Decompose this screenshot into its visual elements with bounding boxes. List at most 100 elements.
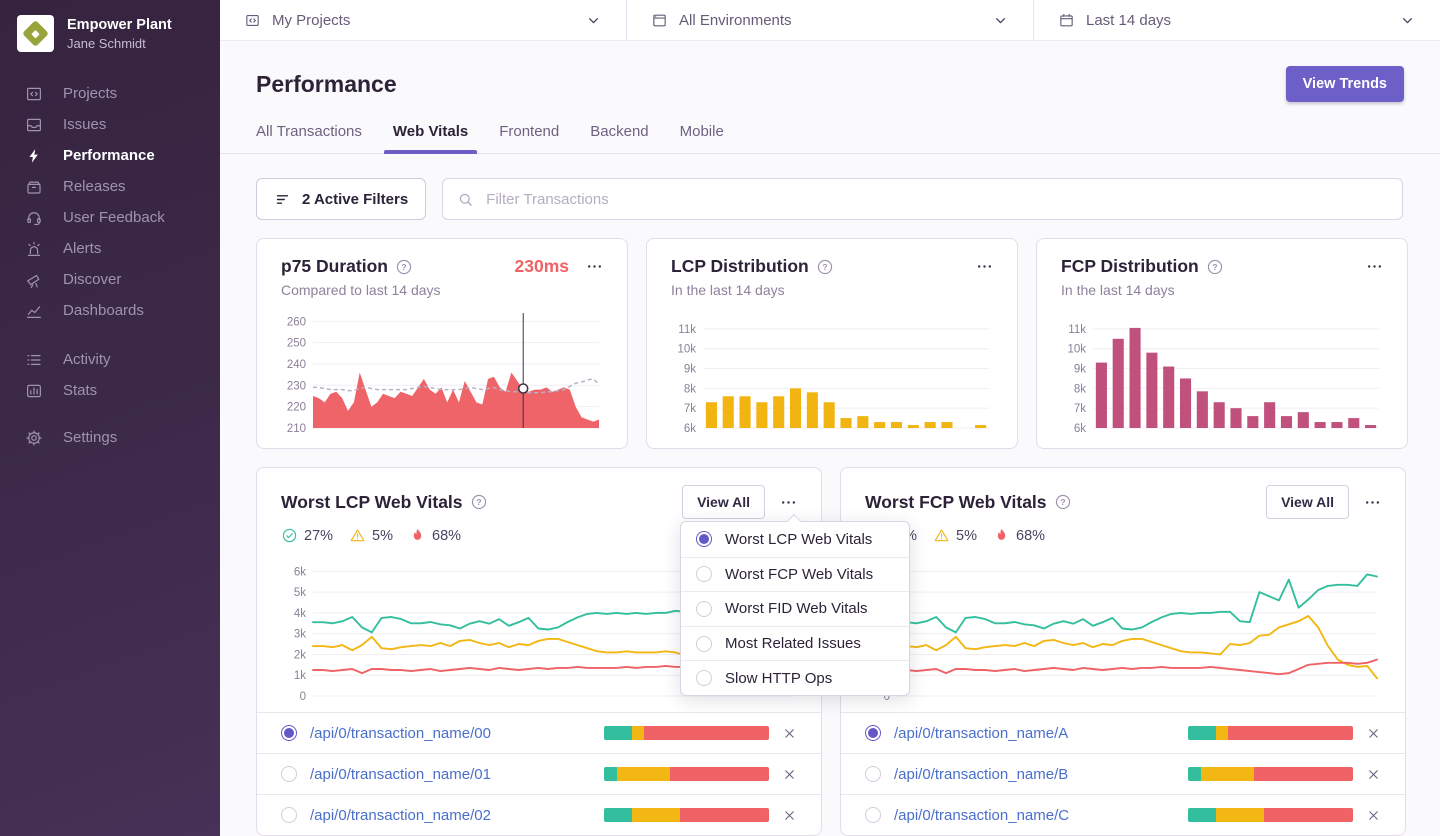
sidebar-item-performance[interactable]: Performance	[25, 145, 220, 166]
sidebar-item-label: Dashboards	[63, 302, 144, 319]
sidebar-item-releases[interactable]: Releases	[25, 176, 220, 197]
sidebar-item-stats[interactable]: Stats	[25, 380, 220, 401]
dismiss-transaction-button[interactable]	[782, 767, 797, 782]
help-icon[interactable]: ?	[396, 259, 412, 275]
transaction-radio[interactable]	[281, 807, 297, 823]
dropdown-option-radio	[696, 600, 712, 617]
card-overflow-button[interactable]	[586, 258, 603, 275]
svg-text:7k: 7k	[1074, 403, 1086, 415]
transaction-link[interactable]: /api/0/transaction_name/00	[310, 725, 591, 742]
project-filter[interactable]: My Projects	[220, 0, 627, 40]
dismiss-transaction-button[interactable]	[782, 808, 797, 823]
transaction-link[interactable]: /api/0/transaction_name/C	[894, 807, 1175, 824]
vitals-bar-segment	[1201, 767, 1254, 781]
sidebar-item-discover[interactable]: Discover	[25, 269, 220, 290]
svg-text:9k: 9k	[684, 364, 696, 376]
search-input[interactable]	[484, 189, 1388, 209]
card-overflow-button[interactable]	[780, 494, 797, 511]
sidebar-item-label: Issues	[63, 116, 107, 133]
sidebar-item-label: Settings	[63, 429, 118, 446]
card-overflow-button[interactable]	[976, 258, 993, 275]
vitals-bar-segment	[632, 808, 680, 822]
sidebar-item-dashboards[interactable]: Dashboards	[25, 300, 220, 321]
search-box	[442, 178, 1403, 220]
worst-fcp-chart: 01k2k3k4k5k6k	[878, 566, 1378, 703]
card-actions: View All	[1266, 485, 1381, 519]
p75-duration-chart: 210 220 230 240 250 260	[287, 313, 600, 435]
transaction-link[interactable]: /api/0/transaction_name/02	[310, 807, 591, 824]
transaction-link[interactable]: /api/0/transaction_name/A	[894, 725, 1175, 742]
svg-text:2k: 2k	[294, 649, 306, 661]
help-icon[interactable]: ?	[1207, 259, 1223, 275]
org-switcher[interactable]: Empower Plant Jane Schmidt	[0, 0, 220, 52]
view-all-button[interactable]: View All	[1266, 485, 1349, 519]
help-icon[interactable]: ?	[1055, 494, 1071, 510]
user-feedback-icon	[25, 209, 43, 227]
fcp-distribution-chart: 6k 7k 8k 9k 10k 11k	[1067, 324, 1379, 435]
help-icon[interactable]: ?	[817, 259, 833, 275]
card-overflow-button[interactable]	[1366, 258, 1383, 275]
card-title: Worst FCP Web Vitals	[865, 491, 1047, 512]
transaction-radio[interactable]	[865, 766, 881, 782]
date-range-filter-label: Last 14 days	[1086, 11, 1172, 29]
transaction-link[interactable]: /api/0/transaction_name/01	[310, 766, 591, 783]
card-title: FCP Distribution	[1061, 256, 1199, 276]
sidebar-item-settings[interactable]: Settings	[25, 427, 220, 448]
lcp-distribution-card: LCP Distribution ? In the last 14 days 6…	[646, 238, 1018, 449]
dropdown-option[interactable]: Worst FID Web Vitals	[681, 591, 909, 626]
vitals-bar-segment	[617, 767, 670, 781]
transaction-radio[interactable]	[865, 807, 881, 823]
vitals-bar	[1188, 726, 1353, 740]
tab-all-transactions[interactable]: All Transactions	[256, 123, 362, 153]
transaction-radio[interactable]	[281, 725, 297, 741]
dismiss-transaction-button[interactable]	[1366, 726, 1381, 741]
card-title-group: p75 Duration ?	[281, 256, 412, 277]
close-icon	[1366, 726, 1381, 741]
date-range-filter[interactable]: Last 14 days	[1034, 0, 1440, 40]
badge-value: 27%	[304, 527, 334, 544]
transaction-row: /api/0/transaction_name/B	[841, 753, 1405, 794]
help-icon[interactable]: ?	[471, 494, 487, 510]
card-overflow-button[interactable]	[1364, 494, 1381, 511]
dismiss-transaction-button[interactable]	[782, 726, 797, 741]
sidebar-item-issues[interactable]: Issues	[25, 114, 220, 135]
transaction-link[interactable]: /api/0/transaction_name/B	[894, 766, 1175, 783]
vitals-bar-segment	[643, 726, 769, 740]
environment-filter[interactable]: All Environments	[627, 0, 1034, 40]
card-actions	[976, 258, 993, 275]
dashboards-icon	[25, 302, 43, 320]
page-header: Performance View Trends All Transactions…	[220, 41, 1440, 154]
view-trends-button[interactable]: View Trends	[1285, 66, 1404, 102]
tab-backend[interactable]: Backend	[590, 123, 648, 153]
vitals-bar	[604, 808, 769, 822]
dropdown-option[interactable]: Worst LCP Web Vitals	[681, 522, 909, 557]
transaction-radio[interactable]	[865, 725, 881, 741]
dropdown-option[interactable]: Worst FCP Web Vitals	[681, 556, 909, 592]
card-title-group: LCP Distribution ?	[671, 256, 833, 277]
dropdown-option[interactable]: Slow HTTP Ops	[681, 660, 909, 695]
dismiss-transaction-button[interactable]	[1366, 767, 1381, 782]
projects-icon	[25, 85, 43, 103]
dropdown-option[interactable]: Most Related Issues	[681, 625, 909, 661]
vitals-bar-segment	[1188, 767, 1202, 781]
svg-text:0: 0	[300, 691, 306, 703]
active-filters-button[interactable]: 2 Active Filters	[256, 178, 427, 220]
transaction-rows: /api/0/transaction_name/A/api/0/transact…	[841, 712, 1405, 835]
sidebar-item-projects[interactable]: Projects	[25, 83, 220, 104]
dismiss-transaction-button[interactable]	[1366, 808, 1381, 823]
view-all-button[interactable]: View All	[682, 485, 765, 519]
transaction-radio[interactable]	[281, 766, 297, 782]
sidebar-item-activity[interactable]: Activity	[25, 349, 220, 370]
svg-text:250: 250	[287, 338, 306, 350]
sidebar-item-alerts[interactable]: Alerts	[25, 238, 220, 259]
ellipsis-icon	[586, 258, 603, 275]
tab-web-vitals[interactable]: Web Vitals	[383, 123, 478, 154]
dropdown-option-radio	[696, 531, 712, 548]
sidebar-item-user-feedback[interactable]: User Feedback	[25, 207, 220, 228]
card-title-group: Worst LCP Web Vitals?	[281, 492, 487, 513]
environment-filter-label: All Environments	[679, 11, 792, 29]
tab-frontend[interactable]: Frontend	[499, 123, 559, 153]
settings-icon	[25, 429, 43, 447]
tab-mobile[interactable]: Mobile	[680, 123, 724, 153]
sidebar-nav-secondary: Activity Stats	[0, 349, 220, 401]
